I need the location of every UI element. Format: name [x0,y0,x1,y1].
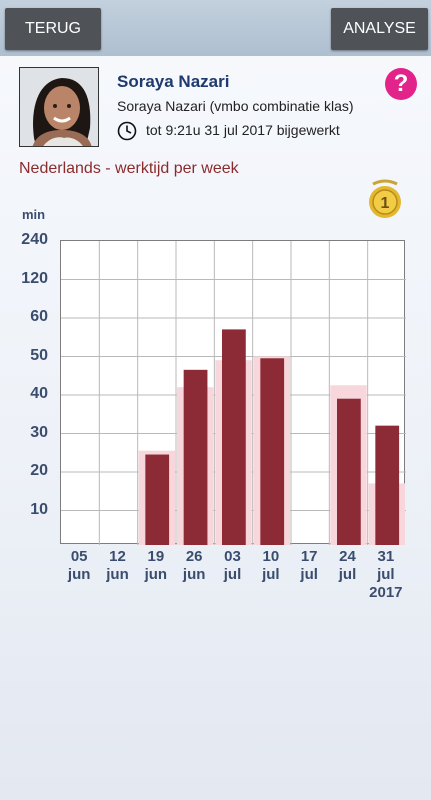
x-tick-label: 03 jul [223,548,242,583]
x-tick-label: 17 jul [300,548,318,583]
x-tick-label: 19 jun [144,548,168,583]
chart-title: Nederlands - werktijd per week [19,160,239,177]
medal-icon[interactable]: 1 [365,178,405,220]
clock-icon [117,121,137,141]
y-tick-label: 240 [21,231,48,248]
avatar [19,67,99,147]
y-tick-label: 10 [30,500,48,518]
y-tick-label: 20 [30,462,48,479]
y-tick-label: 30 [30,423,48,441]
bar[interactable] [222,329,246,545]
bar[interactable] [260,358,285,545]
x-tick-label: 24 jul [338,548,357,583]
analyse-button[interactable]: ANALYSE [331,8,428,50]
last-updated: tot 9:21u 31 jul 2017 bijgewerkt [146,122,340,138]
student-class: Soraya Nazari (vmbo combinatie klas) [117,98,354,114]
y-tick-label: 50 [30,346,48,364]
chart-plot-area [60,240,406,545]
x-tick-label: 12 jun [106,548,129,583]
y-tick-label: 40 [30,385,48,402]
y-tick-label: 120 [21,269,48,287]
help-icon[interactable]: ? [385,68,417,100]
y-axis-unit: min [22,207,46,222]
medal-number: 1 [381,195,390,212]
y-tick-label: 60 [30,308,48,325]
top-bar: TERUG ANALYSE [0,0,431,56]
x-tick-label: 05 jun [67,548,91,583]
back-button[interactable]: TERUG [5,8,101,50]
bar[interactable] [337,398,361,545]
bar[interactable] [145,454,170,545]
x-tick-label: 10 jul [262,548,280,583]
student-name: Soraya Nazari [117,72,230,91]
bar[interactable] [183,369,208,545]
x-tick-label: 31 jul 2017 [369,548,403,601]
bar[interactable] [375,425,400,545]
x-tick-label: 26 jun [182,548,206,583]
